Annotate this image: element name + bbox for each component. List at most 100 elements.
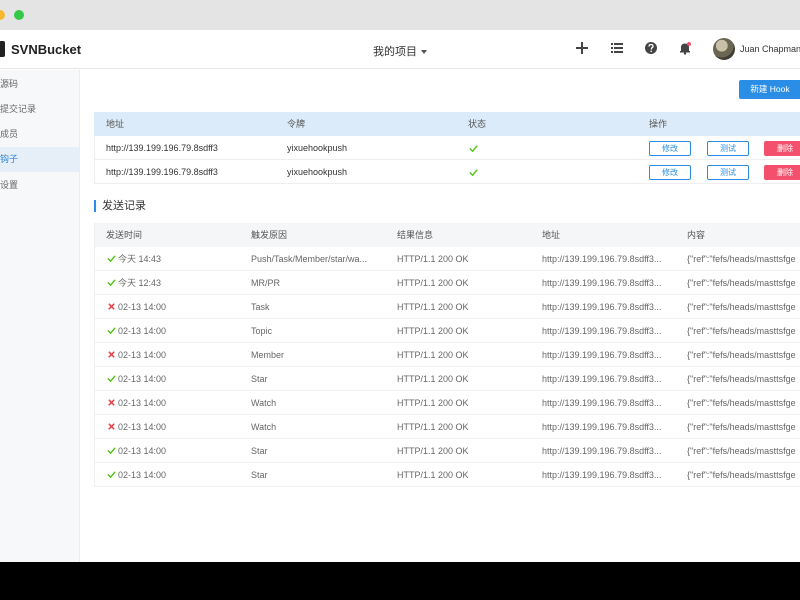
hook-token: yixuehookpush [287,167,348,177]
user-avatar[interactable] [713,38,735,60]
hook-url: http://139.199.196.79.8sdff3 [106,167,218,177]
minimize-window-button[interactable] [0,10,5,20]
hook-row: http://139.199.196.79.8sdff3 yixuehookpu… [94,136,800,160]
log-url: http://139.199.196.79.8sdff3... [542,374,662,384]
bell-icon[interactable] [678,41,692,55]
sidebar-item-source[interactable]: 源码 [0,72,79,97]
hook-token: yixuehookpush [287,143,348,153]
header-trigger-reason: 触发原因 [251,230,288,240]
cross-icon [108,303,115,310]
log-time: 02-13 14:00 [118,350,167,360]
log-time: 02-13 14:00 [118,374,167,384]
log-reason: Topic [251,326,273,336]
top-navbar: SVNBucket 我的项目 Juan Chapman [0,30,800,69]
log-result: HTTP/1.1 200 OK [397,326,469,336]
log-result: HTTP/1.1 200 OK [397,302,469,312]
log-content: {"ref":"fefs/heads/masttsfge [687,326,796,336]
log-result: HTTP/1.1 200 OK [397,278,469,288]
header-url: 地址 [542,230,561,240]
log-result: HTTP/1.1 200 OK [397,422,469,432]
test-button[interactable]: 测试 [707,141,749,156]
log-time: 02-13 14:00 [118,446,167,456]
cross-icon [108,399,115,406]
log-row: 02-13 14:00 Member HTTP/1.1 200 OK http://1… [95,343,800,367]
log-content: {"ref":"fefs/heads/masttsfge [687,302,796,312]
log-content: {"ref":"fefs/heads/masttsfge [687,350,796,360]
log-row: 02-13 14:00 Topic HTTP/1.1 200 OK http://13… [95,319,800,343]
log-time: 02-13 14:00 [118,470,167,480]
log-result: HTTP/1.1 200 OK [397,254,469,264]
log-reason: Task [251,302,270,312]
sidebar-item-hooks[interactable]: 钩子 [0,147,79,172]
check-icon [107,327,116,335]
sidebar-item-settings[interactable]: 设置 [0,173,79,198]
log-result: HTTP/1.1 200 OK [397,398,469,408]
log-url: http://139.199.196.79.8sdff3... [542,254,662,264]
log-url: http://139.199.196.79.8sdff3... [542,398,662,408]
new-hook-button[interactable]: 新建 Hook [739,80,800,99]
log-time: 02-13 14:00 [118,302,167,312]
check-icon [107,255,116,263]
send-log-header: 发送时间 触发原因 结果信息 地址 内容 [95,223,800,247]
sidebar-item-members[interactable]: 成员 [0,122,79,147]
header-url: 地址 [106,119,125,129]
edit-button[interactable]: 修改 [649,165,691,180]
log-time: 02-13 14:00 [118,422,167,432]
project-dropdown[interactable]: 我的项目 [373,43,427,59]
log-row: 今天 12:43 MR/PR HTTP/1.1 200 OK http://139.1… [95,271,800,295]
window-titlebar [0,0,800,30]
cross-icon [108,423,115,430]
send-log-rows: 今天 14:43 Push/Task/Member/star/wa... HTTP/… [95,247,800,487]
log-result: HTTP/1.1 200 OK [397,374,469,384]
log-content: {"ref":"fefs/heads/masttsfge [687,422,796,432]
sidebar: 源码 提交记录 成员 钩子 设置 [0,70,80,562]
log-time: 今天 14:43 [118,254,162,264]
list-icon[interactable] [610,41,624,55]
log-url: http://139.199.196.79.8sdff3... [542,470,662,480]
log-content: {"ref":"fefs/heads/masttsfge [687,254,796,264]
log-result: HTTP/1.1 200 OK [397,470,469,480]
check-icon [107,471,116,479]
delete-button[interactable]: 删除 [764,141,800,156]
check-icon [469,169,478,177]
sidebar-item-commits[interactable]: 提交记录 [0,97,79,122]
delete-button[interactable]: 删除 [764,165,800,180]
send-log-title: 发送记录 [94,200,146,212]
logo-text[interactable]: SVNBucket [11,42,81,57]
log-result: HTTP/1.1 200 OK [397,350,469,360]
username[interactable]: Juan Chapman [740,44,800,54]
hook-url: http://139.199.196.79.8sdff3 [106,143,218,153]
log-row: 02-13 14:00 Star HTTP/1.1 200 OK http://139… [95,367,800,391]
hooks-table: 地址 令牌 状态 操作 http://139.199.196.79.8sdff3… [94,112,800,184]
plus-icon[interactable] [575,41,589,55]
test-button[interactable]: 测试 [707,165,749,180]
log-url: http://139.199.196.79.8sdff3... [542,350,662,360]
log-time: 今天 12:43 [118,278,162,288]
log-reason: Watch [251,398,277,408]
log-time: 02-13 14:00 [118,326,167,336]
log-reason: Star [251,470,268,480]
check-icon [469,145,478,153]
log-url: http://139.199.196.79.8sdff3... [542,302,662,312]
header-content: 内容 [687,230,706,240]
check-icon [107,375,116,383]
edit-button[interactable]: 修改 [649,141,691,156]
logo-icon [0,41,5,57]
log-reason: Push/Task/Member/star/wa... [251,254,368,264]
log-url: http://139.199.196.79.8sdff3... [542,446,662,456]
hooks-table-header: 地址 令牌 状态 操作 [94,112,800,136]
maximize-window-button[interactable] [14,10,24,20]
log-row: 02-13 14:00 Watch HTTP/1.1 200 OK http://13… [95,415,800,439]
header-send-time: 发送时间 [106,230,143,240]
log-result: HTTP/1.1 200 OK [397,446,469,456]
cross-icon [108,351,115,358]
log-content: {"ref":"fefs/heads/masttsfge [687,278,796,288]
log-reason: Star [251,374,268,384]
log-url: http://139.199.196.79.8sdff3... [542,278,662,288]
check-icon [107,447,116,455]
help-icon[interactable] [644,41,658,55]
log-content: {"ref":"fefs/heads/masttsfge [687,374,796,384]
header-result: 结果信息 [397,230,434,240]
log-url: http://139.199.196.79.8sdff3... [542,422,662,432]
send-log-table: 发送时间 触发原因 结果信息 地址 内容 今天 14:43 Push/Task/M… [94,223,800,487]
